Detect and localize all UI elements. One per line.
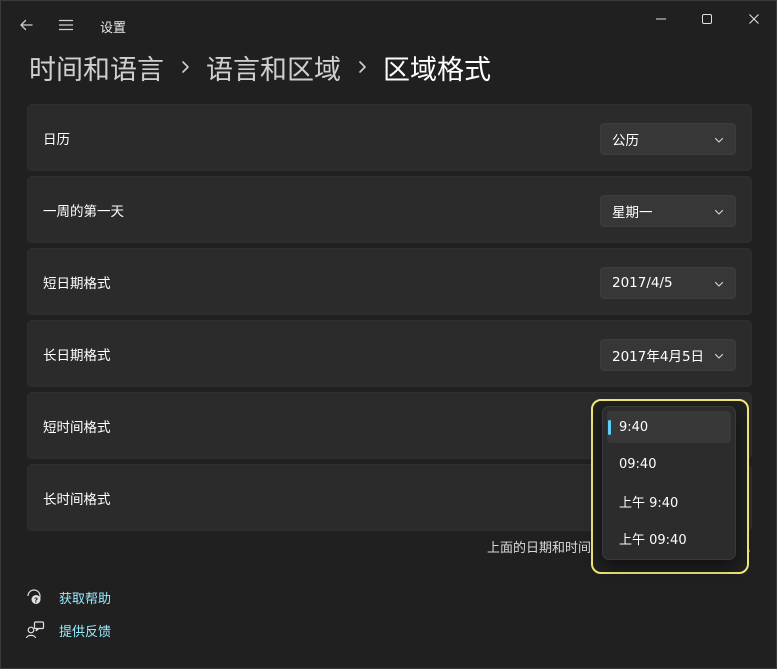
feedback-label: 提供反馈 (59, 624, 112, 640)
time-option-label: 上午 09:40 (619, 532, 687, 548)
dropdown-value: 公历 (612, 133, 639, 149)
setting-label: 短日期格式 (43, 275, 111, 292)
long-date-dropdown[interactable]: 2017年4月5日 (600, 339, 736, 371)
setting-card-first-day: 一周的第一天 星期一 (27, 176, 752, 243)
hamburger-menu-icon[interactable] (54, 13, 78, 37)
setting-card-calendar: 日历 公历 (27, 104, 752, 171)
settings-window: 设置 时间和语言 语言和区域 区域格式 日历 公历 一周的第一天 星期一 短日期… (0, 0, 777, 669)
time-option-label: 9:40 (619, 419, 649, 435)
feedback-icon (25, 620, 45, 640)
setting-label: 日历 (43, 131, 70, 148)
breadcrumb-language-region[interactable]: 语言和区域 (206, 48, 341, 87)
time-option[interactable]: 上午 9:40 (607, 485, 731, 517)
time-option-label: 上午 9:40 (619, 495, 679, 511)
feedback-link[interactable]: 提供反馈 (25, 620, 111, 640)
time-option-label: 09:40 (619, 456, 657, 472)
setting-label: 长时间格式 (43, 491, 111, 508)
time-option[interactable]: 上午 09:40 (607, 522, 731, 554)
close-icon[interactable] (736, 7, 772, 31)
dropdown-value: 星期一 (612, 205, 653, 221)
setting-card-long-date: 长日期格式 2017年4月5日 (27, 320, 752, 387)
setting-card-short-date: 短日期格式 2017/4/5 (27, 248, 752, 315)
selection-indicator (608, 420, 611, 435)
back-arrow-icon[interactable] (14, 13, 38, 37)
chevron-right-icon (341, 47, 383, 87)
time-option-selected[interactable]: 9:40 (607, 411, 731, 443)
chevron-right-icon (164, 47, 206, 87)
time-option[interactable]: 09:40 (607, 448, 731, 480)
page-title: 区域格式 (383, 54, 491, 86)
format-footnote: 上面的日期和时间 (487, 541, 592, 556)
chevron-down-icon (714, 137, 724, 143)
title-bar: 设置 (1, 1, 776, 49)
setting-label: 长日期格式 (43, 347, 111, 364)
svg-text:?: ? (34, 596, 38, 604)
dropdown-value: 2017年4月5日 (612, 349, 705, 365)
dropdown-value: 2017/4/5 (612, 275, 673, 291)
first-day-dropdown[interactable]: 星期一 (600, 195, 736, 227)
calendar-dropdown[interactable]: 公历 (600, 123, 736, 155)
breadcrumb-time-language[interactable]: 时间和语言 (29, 48, 164, 87)
help-chat-icon: ? (25, 587, 45, 607)
minimize-icon[interactable] (643, 7, 679, 31)
setting-label: 一周的第一天 (43, 203, 124, 220)
breadcrumb: 时间和语言 语言和区域 区域格式 (29, 47, 491, 87)
get-help-label: 获取帮助 (59, 591, 112, 607)
short-date-dropdown[interactable]: 2017/4/5 (600, 267, 736, 299)
chevron-down-icon (714, 281, 724, 287)
chevron-down-icon (714, 209, 724, 215)
window-title: 设置 (100, 21, 127, 36)
short-time-dropdown-list: 9:40 09:40 上午 9:40 上午 09:40 (602, 406, 736, 560)
get-help-link[interactable]: ? 获取帮助 (25, 587, 111, 607)
chevron-down-icon (714, 353, 724, 359)
setting-label: 短时间格式 (43, 419, 111, 436)
maximize-icon[interactable] (689, 7, 725, 31)
